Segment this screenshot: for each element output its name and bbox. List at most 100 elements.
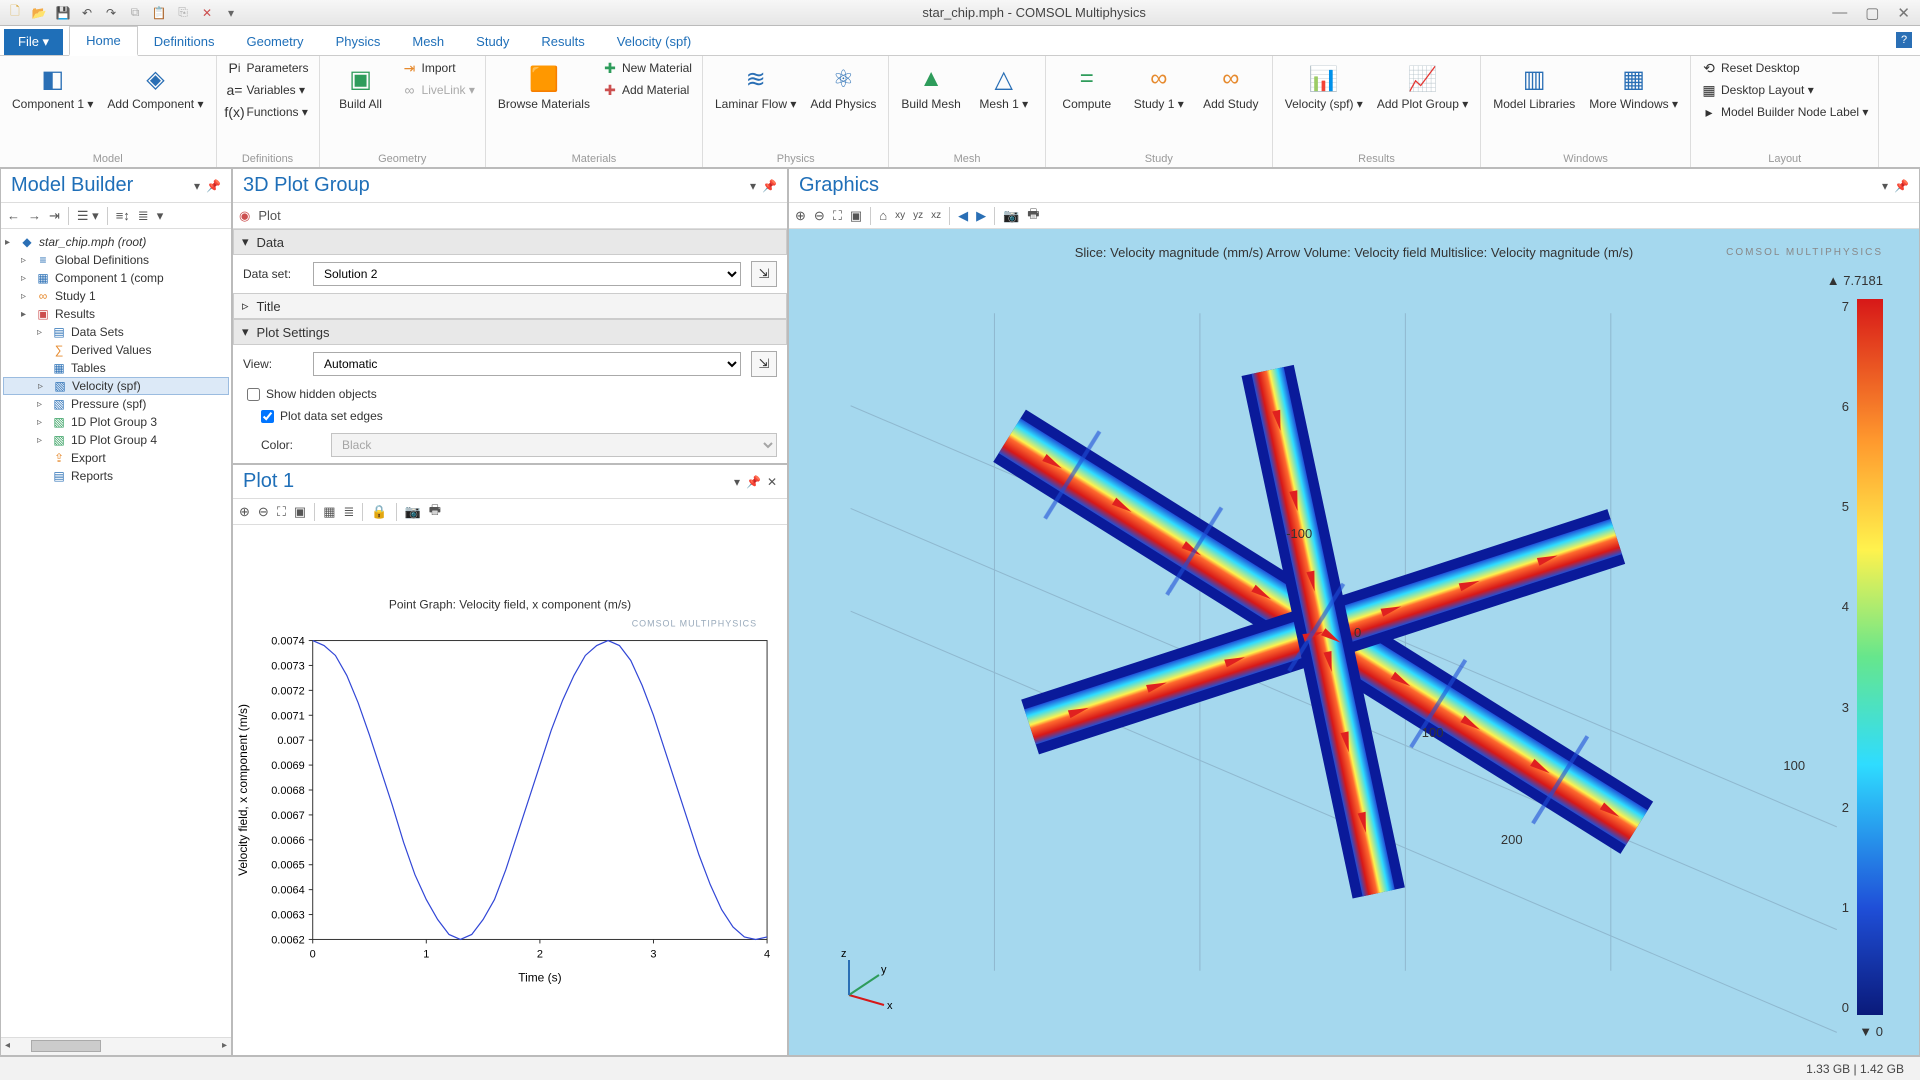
- reset-desktop-button[interactable]: ⟲Reset Desktop: [1701, 60, 1800, 76]
- velocity-plot-button[interactable]: 📊Velocity (spf) ▾: [1283, 60, 1365, 114]
- tree-node[interactable]: ▹▧1D Plot Group 3: [3, 413, 229, 431]
- tab-mesh[interactable]: Mesh: [396, 28, 460, 55]
- livelink-button[interactable]: ∞LiveLink ▾: [402, 82, 475, 98]
- tree-node[interactable]: ▹▧Velocity (spf): [3, 377, 229, 395]
- build-mesh-button[interactable]: ▲Build Mesh: [899, 60, 962, 114]
- deselect-icon[interactable]: ▶: [976, 208, 986, 224]
- duplicate-icon[interactable]: ⎘: [174, 4, 192, 22]
- tab-geometry[interactable]: Geometry: [230, 28, 319, 55]
- pin-icon[interactable]: 📌: [762, 179, 777, 193]
- add-material-button[interactable]: ✚Add Material: [602, 82, 692, 98]
- import-button[interactable]: ⇥Import: [402, 60, 475, 76]
- zoom-extents-icon[interactable]: ⛶: [833, 208, 842, 224]
- lock-icon[interactable]: 🔒: [371, 504, 387, 520]
- add-component-button[interactable]: ◈Add Component ▾: [105, 60, 205, 114]
- xy-view-icon[interactable]: xy: [895, 210, 905, 221]
- maximize-icon[interactable]: ▢: [1861, 4, 1883, 22]
- new-material-button[interactable]: ✚New Material: [602, 60, 692, 76]
- section-title[interactable]: ▹Title: [233, 293, 787, 319]
- tree-more-icon[interactable]: ▾: [157, 208, 164, 224]
- tab-study[interactable]: Study: [460, 28, 525, 55]
- nav-fwd-icon[interactable]: →: [28, 208, 41, 223]
- nav-up-icon[interactable]: ⇥: [49, 208, 60, 224]
- variables-button[interactable]: a=Variables ▾: [227, 82, 306, 98]
- tab-definitions[interactable]: Definitions: [138, 28, 231, 55]
- tab-results[interactable]: Results: [525, 28, 600, 55]
- add-physics-button[interactable]: ⚛Add Physics: [808, 60, 878, 114]
- view-select[interactable]: Automatic: [313, 352, 741, 376]
- section-data[interactable]: ▾Data: [233, 229, 787, 255]
- new-icon[interactable]: 🗋: [6, 4, 24, 22]
- tree-node[interactable]: ▹▦Component 1 (comp: [3, 269, 229, 287]
- tree-node[interactable]: ▤Reports: [3, 467, 229, 485]
- pane-dropdown-icon[interactable]: ▾: [750, 179, 756, 193]
- nav-back-icon[interactable]: ←: [7, 208, 20, 223]
- section-plot-settings[interactable]: ▾Plot Settings: [233, 319, 787, 345]
- plot-edges-checkbox[interactable]: Plot data set edges: [233, 405, 787, 427]
- print-icon[interactable]: 🖶: [429, 501, 441, 523]
- zoom-out-icon[interactable]: ⊖: [258, 504, 269, 520]
- close-icon[interactable]: ✕: [1893, 4, 1914, 22]
- paste-icon[interactable]: 📋: [150, 4, 168, 22]
- functions-button[interactable]: f(x)Functions ▾: [227, 104, 308, 120]
- tree-node[interactable]: ▹≡Global Definitions: [3, 251, 229, 269]
- model-tree[interactable]: ▸◆star_chip.mph (root)▹≡Global Definitio…: [1, 229, 231, 1037]
- pane-dropdown-icon[interactable]: ▾: [1882, 179, 1888, 193]
- mesh-1-button[interactable]: △Mesh 1 ▾: [973, 60, 1035, 114]
- print-icon[interactable]: 🖶: [1027, 205, 1039, 227]
- desktop-layout-button[interactable]: ▦Desktop Layout ▾: [1701, 82, 1814, 98]
- collapse-all-icon[interactable]: ≣: [138, 208, 149, 224]
- component-button[interactable]: ◧Component 1 ▾: [10, 60, 95, 114]
- xz-view-icon[interactable]: xz: [931, 210, 941, 221]
- tree-node[interactable]: ▹∞Study 1: [3, 287, 229, 305]
- select-icon[interactable]: ◀: [958, 208, 968, 224]
- tree-node[interactable]: ∑Derived Values: [3, 341, 229, 359]
- help-icon[interactable]: ?: [1896, 32, 1912, 48]
- add-plot-group-button[interactable]: 📈Add Plot Group ▾: [1375, 60, 1470, 114]
- tree-node[interactable]: ▸▣Results: [3, 305, 229, 323]
- browse-materials-button[interactable]: 🟧Browse Materials: [496, 60, 592, 114]
- goto-view-icon[interactable]: ⇲: [751, 351, 777, 377]
- undo-icon[interactable]: ↶: [78, 4, 96, 22]
- default-view-icon[interactable]: ⌂: [879, 208, 887, 223]
- save-icon[interactable]: 💾: [54, 4, 72, 22]
- tree-node[interactable]: ⇪Export: [3, 449, 229, 467]
- goto-dataset-icon[interactable]: ⇲: [751, 261, 777, 287]
- tree-node[interactable]: ▹▤Data Sets: [3, 323, 229, 341]
- file-menu[interactable]: File ▾: [4, 29, 63, 55]
- model-libraries-button[interactable]: ▥Model Libraries: [1491, 60, 1577, 114]
- snapshot-icon[interactable]: 📷: [405, 504, 421, 520]
- minimize-icon[interactable]: —: [1828, 4, 1851, 22]
- copy-icon[interactable]: ⧉: [126, 4, 144, 22]
- compute-button[interactable]: =Compute: [1056, 60, 1118, 114]
- tab-physics[interactable]: Physics: [320, 28, 397, 55]
- zoom-in-icon[interactable]: ⊕: [795, 208, 806, 224]
- build-all-button[interactable]: ▣Build All: [330, 60, 392, 114]
- delete-icon[interactable]: ✕: [198, 4, 216, 22]
- study-1-button[interactable]: ∞Study 1 ▾: [1128, 60, 1190, 114]
- horizontal-scrollbar[interactable]: ◂▸: [1, 1037, 231, 1055]
- zoom-in-icon[interactable]: ⊕: [239, 504, 250, 520]
- snapshot-icon[interactable]: 📷: [1003, 208, 1019, 224]
- color-select[interactable]: Black: [331, 433, 777, 457]
- qat-more-icon[interactable]: ▾: [222, 4, 240, 22]
- pin-icon[interactable]: 📌: [746, 475, 761, 489]
- more-windows-button[interactable]: ▦More Windows ▾: [1587, 60, 1680, 114]
- tab-velocity-spf[interactable]: Velocity (spf): [601, 28, 707, 55]
- tree-node[interactable]: ▦Tables: [3, 359, 229, 377]
- pin-icon[interactable]: 📌: [1894, 179, 1909, 193]
- collapse-icon[interactable]: ☰ ▾: [77, 208, 99, 224]
- open-icon[interactable]: 📂: [30, 4, 48, 22]
- add-study-button[interactable]: ∞Add Study: [1200, 60, 1262, 114]
- zoom-box-icon[interactable]: ▣: [850, 208, 862, 224]
- tree-node[interactable]: ▸◆star_chip.mph (root): [3, 233, 229, 251]
- laminar-flow-button[interactable]: ≋Laminar Flow ▾: [713, 60, 798, 114]
- grid-icon[interactable]: ▦: [323, 504, 335, 520]
- tree-node[interactable]: ▹▧1D Plot Group 4: [3, 431, 229, 449]
- pane-dropdown-icon[interactable]: ▾: [734, 475, 740, 489]
- yz-view-icon[interactable]: yz: [913, 210, 923, 221]
- node-label-button[interactable]: ▸Model Builder Node Label ▾: [1701, 104, 1868, 120]
- zoom-extents-icon[interactable]: ⛶: [277, 504, 286, 520]
- zoom-out-icon[interactable]: ⊖: [814, 208, 825, 224]
- show-hidden-checkbox[interactable]: Show hidden objects: [233, 383, 787, 405]
